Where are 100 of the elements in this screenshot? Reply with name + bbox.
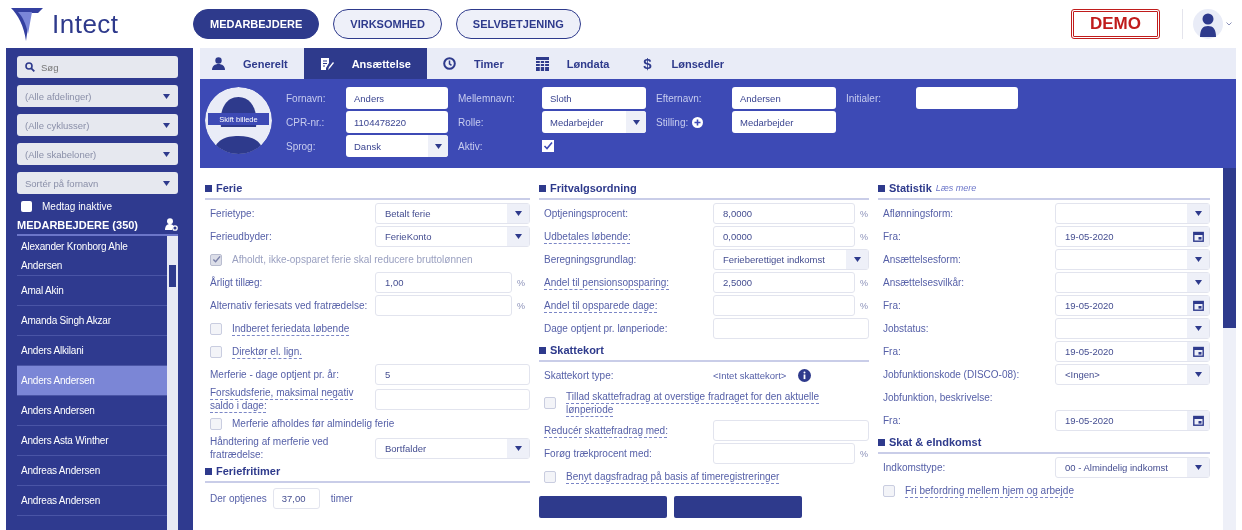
calendar-icon[interactable] (1192, 415, 1204, 426)
list-title: MEDARBEJDERE (350) (17, 218, 139, 231)
field-label: Dage optjent pr. lønperiode: (543, 322, 669, 335)
info-icon[interactable] (798, 369, 812, 382)
field-label: Ferieudbyder: (209, 230, 273, 243)
clock-icon (442, 57, 456, 70)
caret-icon (514, 445, 522, 451)
caret-icon (853, 257, 861, 262)
tab[interactable]: Løndata (519, 48, 626, 79)
text-field[interactable]: Medarbejder (732, 111, 836, 133)
field-label: Mellemnavn: (457, 92, 516, 104)
add-icon[interactable] (692, 116, 704, 128)
unit-label: % (516, 277, 526, 288)
caret-icon (163, 122, 170, 128)
field-label: Andel til pensionsopsparing: (543, 276, 671, 289)
text-field[interactable]: Sloth (542, 87, 646, 109)
checkbox[interactable] (544, 397, 556, 409)
date-field[interactable]: 19-05-2020 (1055, 226, 1210, 247)
field-label: Fra: (882, 345, 902, 358)
text-field[interactable] (713, 318, 869, 339)
text-field[interactable]: 8,0000 (713, 203, 855, 224)
field-label: Andel til opsparede dage: (543, 299, 659, 312)
dropdown[interactable]: 00 - Almindelig indkomst (1055, 457, 1210, 478)
field-label: Merferie - dage optjent pr. år: (209, 368, 340, 381)
calendar-icon[interactable] (1192, 231, 1204, 242)
field-label: Fra: (882, 414, 902, 427)
action-button[interactable] (539, 496, 667, 518)
calendar-icon[interactable] (1192, 300, 1204, 311)
section-title: Ferie (216, 182, 243, 194)
unit-label: % (859, 300, 869, 311)
text-field[interactable] (375, 388, 530, 410)
caret-icon (163, 180, 170, 186)
action-button[interactable] (674, 496, 802, 518)
dropdown[interactable]: Ferieberettiget indkomst (713, 249, 869, 270)
date-field[interactable]: 19-05-2020 (1055, 295, 1210, 316)
caret-icon (434, 143, 442, 149)
text-field[interactable]: 37,00 (272, 487, 320, 509)
text-field[interactable]: Anders (346, 87, 448, 109)
search-field[interactable]: Søg (17, 56, 178, 78)
user-avatar-icon[interactable] (1193, 9, 1223, 39)
checkbox[interactable] (542, 140, 554, 152)
checkbox-label: Merferie afholdes før almindelig ferie (232, 417, 395, 430)
dropdown[interactable]: <Ingen> (1055, 364, 1210, 385)
dropdown[interactable] (1055, 203, 1210, 224)
field-label: Jobfunktion, beskrivelse: (882, 391, 994, 404)
caret-icon (163, 151, 170, 157)
text-field[interactable]: 5 (375, 364, 530, 385)
date-field[interactable]: 19-05-2020 (1055, 410, 1210, 431)
field-label: Efternavn: (655, 92, 703, 104)
read-more-link[interactable]: Læs mere (935, 183, 977, 193)
text-field[interactable]: Andersen (732, 87, 836, 109)
dropdown[interactable] (1055, 272, 1210, 293)
add-user-icon[interactable] (165, 218, 178, 231)
text-field[interactable]: 2,5000 (713, 272, 855, 293)
dropdown[interactable]: Betalt ferie (375, 203, 530, 224)
checkbox[interactable] (544, 470, 556, 483)
text-field[interactable]: 1,00 (375, 272, 512, 293)
caret-icon (1194, 257, 1202, 262)
text-field[interactable] (713, 443, 855, 464)
checkbox[interactable] (210, 322, 222, 335)
dropdown[interactable]: Dansk (346, 135, 448, 157)
nav-tab[interactable]: VIRKSOMHED (333, 9, 442, 39)
dropdown[interactable]: FerieKonto (375, 226, 530, 247)
date-field[interactable]: 19-05-2020 (1055, 341, 1210, 362)
checkbox-label: Fri befordring mellem hjem og arbejde (905, 484, 1074, 497)
section-bullet (539, 346, 546, 354)
unit-label: % (859, 277, 869, 288)
dropdown[interactable] (1055, 318, 1210, 339)
tab[interactable]: Ansættelse (303, 48, 427, 79)
text-field[interactable] (375, 295, 512, 316)
dropdown[interactable]: Bortfalder (375, 437, 530, 459)
text-field[interactable]: 1104478220 (346, 111, 448, 133)
nav-tab[interactable]: SELVBETJENING (455, 9, 581, 39)
caret-icon (514, 234, 522, 239)
tab[interactable]: Generelt (200, 48, 304, 79)
checkbox[interactable] (883, 484, 895, 497)
unit-label: timer (329, 491, 353, 505)
scrollbar[interactable] (167, 236, 178, 530)
checkbox[interactable] (210, 417, 222, 430)
text-field[interactable] (713, 420, 869, 441)
unit-label: % (516, 300, 526, 311)
scrollbar[interactable] (1223, 168, 1236, 530)
nav-tab[interactable]: MEDARBEJDERE (193, 9, 320, 39)
dropdown[interactable] (1055, 249, 1210, 270)
tab[interactable]: $ Lønsedler (625, 48, 741, 79)
chevron-icon[interactable] (1226, 22, 1232, 26)
text-field[interactable] (916, 87, 1018, 109)
dropdown[interactable]: Medarbejder (542, 111, 646, 133)
checkbox[interactable] (21, 201, 32, 212)
text-field[interactable]: 0,0000 (713, 226, 855, 247)
field-label: Stilling: (654, 116, 732, 128)
brand-name: Intect (52, 8, 119, 40)
checkbox[interactable] (210, 345, 222, 358)
caret-icon (1194, 280, 1202, 285)
checkbox-label: Direktør el. lign. (232, 345, 302, 358)
tab[interactable]: Timer (426, 48, 520, 79)
search-icon (25, 62, 35, 72)
text-field[interactable] (713, 295, 855, 316)
clipboard-pen-icon (319, 56, 334, 71)
calendar-icon[interactable] (1192, 346, 1204, 357)
